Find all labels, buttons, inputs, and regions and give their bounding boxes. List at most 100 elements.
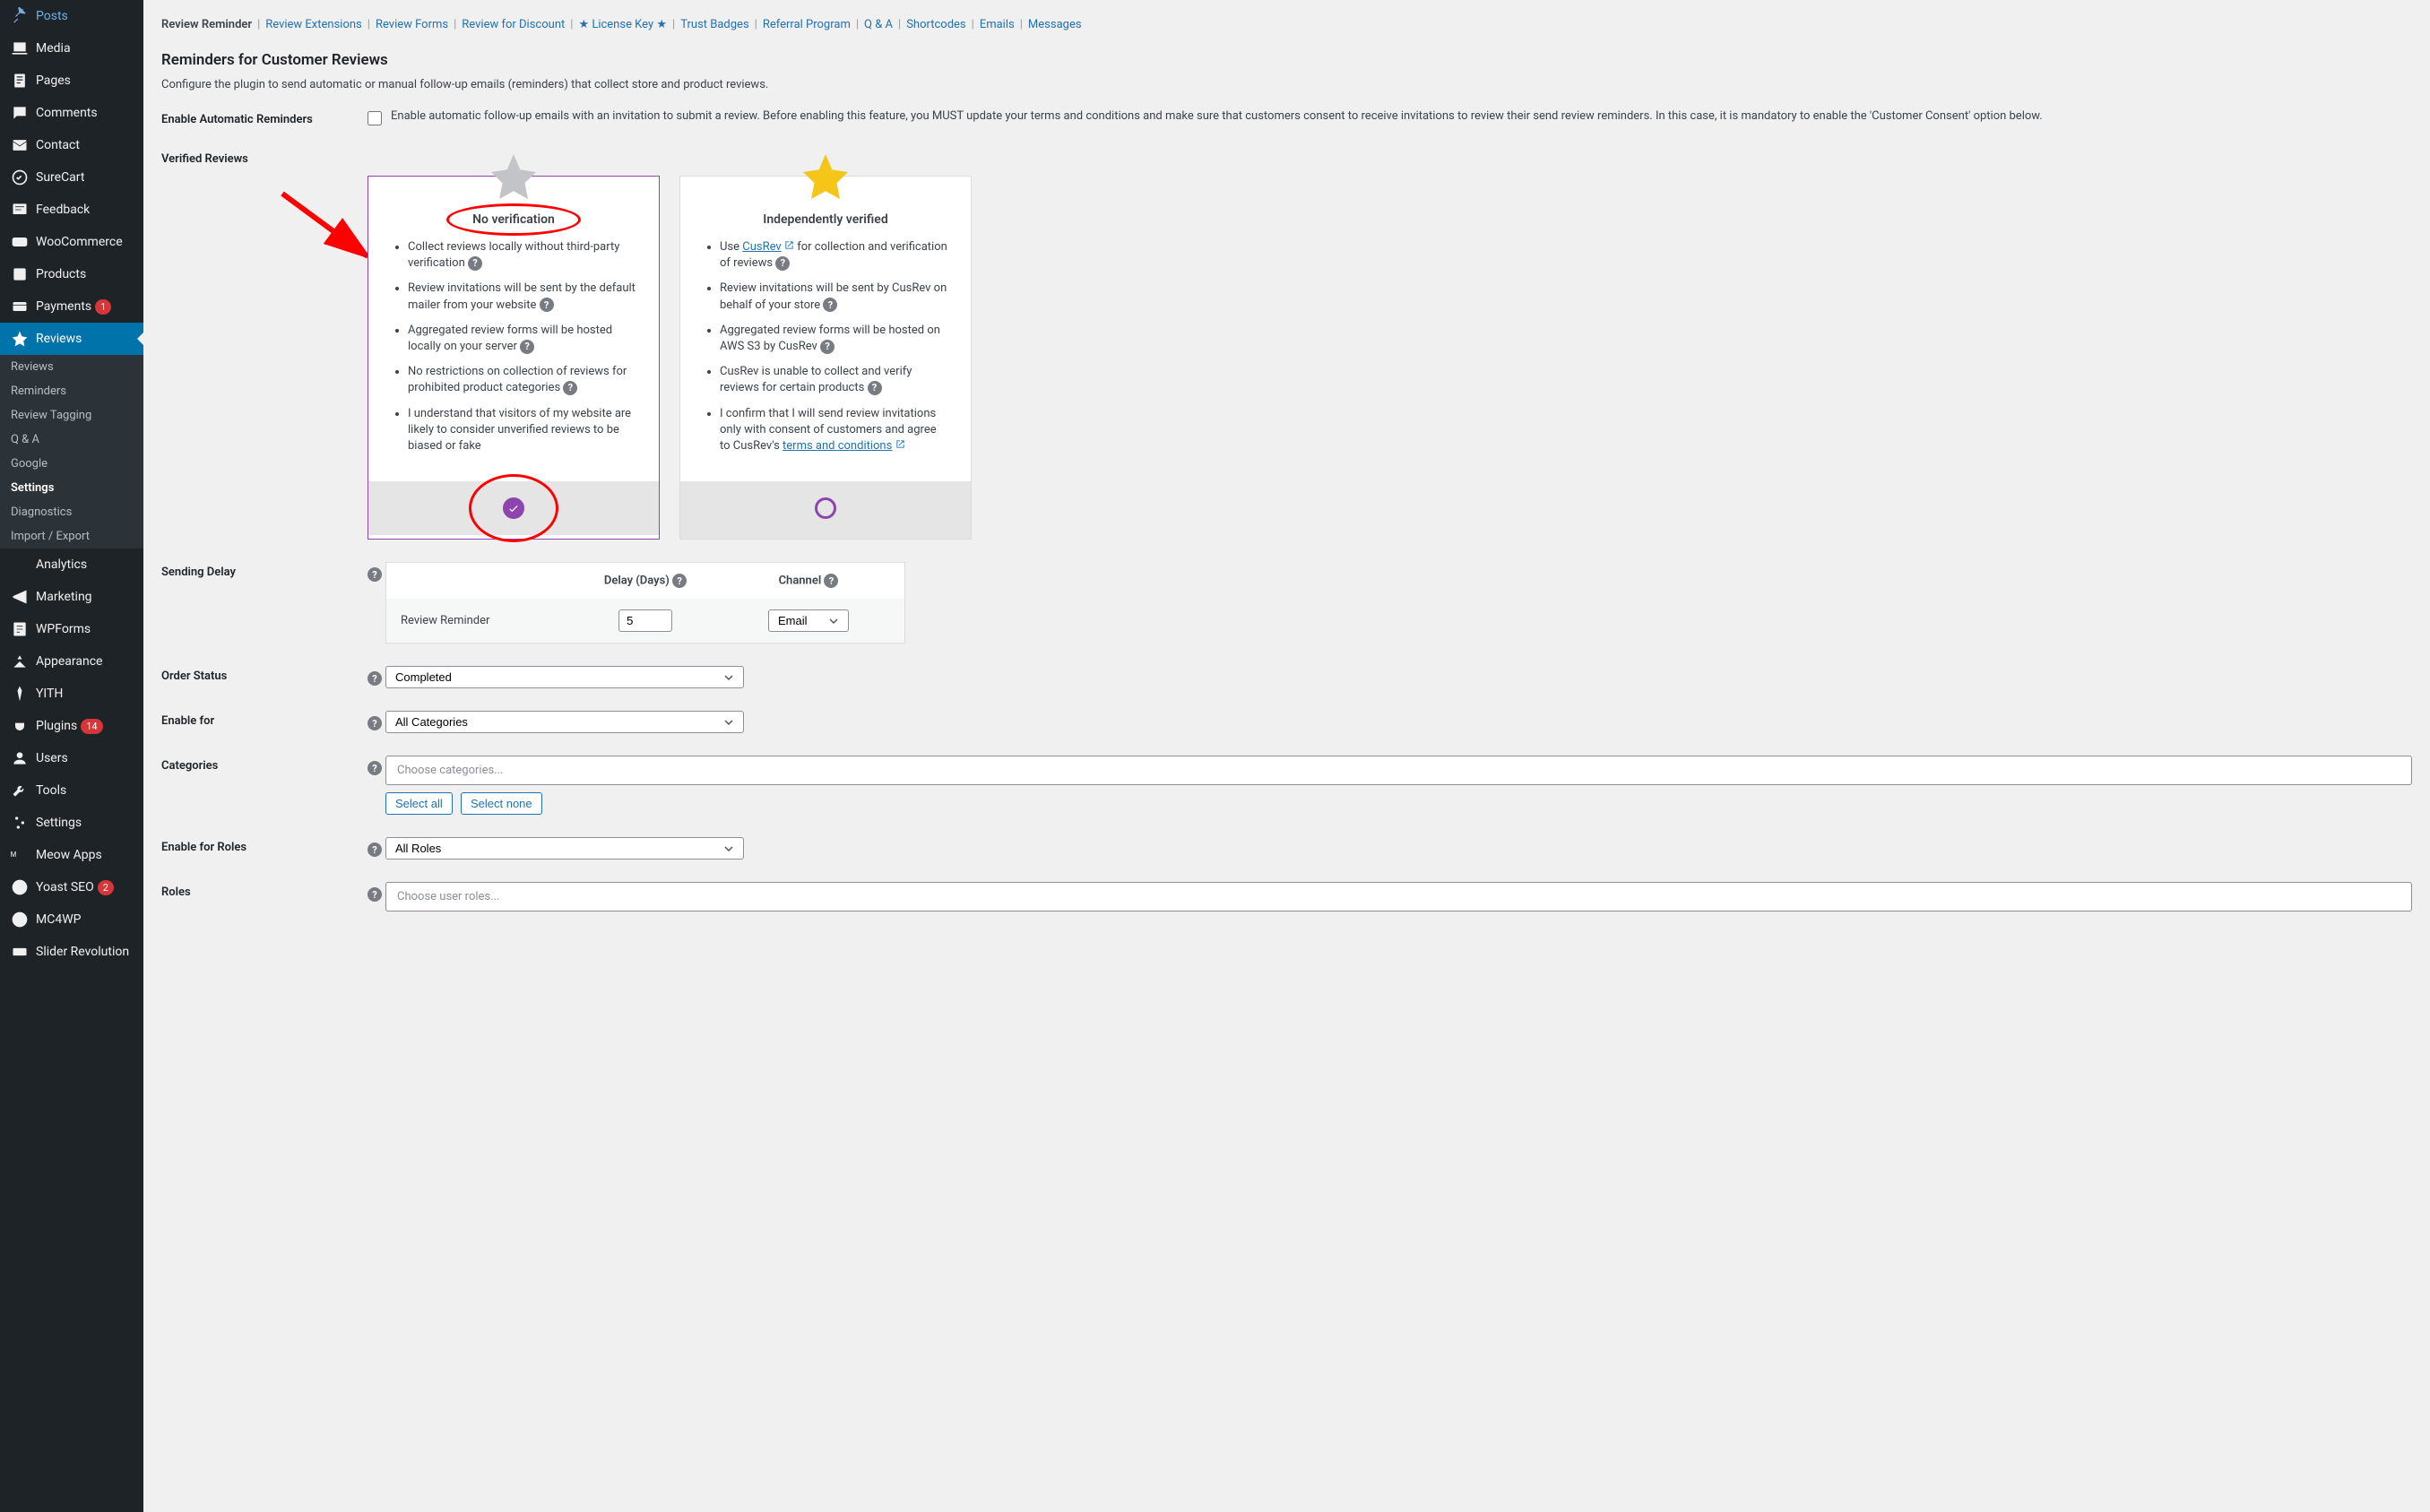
help-icon[interactable]: ? — [520, 340, 534, 354]
page-description: Configure the plugin to send automatic o… — [161, 78, 2412, 91]
yoast-icon — [11, 878, 29, 896]
sidebar-item-users[interactable]: Users — [0, 742, 143, 774]
media-icon — [11, 39, 29, 57]
help-icon[interactable]: ? — [868, 381, 882, 395]
help-icon[interactable]: ? — [540, 298, 554, 312]
sidebar-subitem-review-tagging[interactable]: Review Tagging — [0, 403, 143, 428]
sidebar-item-feedback[interactable]: Feedback — [0, 194, 143, 226]
review-reminder-row-label: Review Reminder — [401, 614, 564, 627]
sidebar-item-yith[interactable]: YITH — [0, 678, 143, 710]
select-all-button[interactable]: Select all — [385, 792, 453, 815]
roles-input[interactable]: Choose user roles... — [385, 882, 2412, 912]
sidebar-subitem-diagnostics[interactable]: Diagnostics — [0, 500, 143, 524]
help-icon[interactable]: ? — [823, 298, 837, 312]
sidebar-item-label: Slider Revolution — [36, 945, 129, 959]
sidebar-item-analytics[interactable]: Analytics — [0, 549, 143, 581]
sidebar-item-tools[interactable]: Tools — [0, 774, 143, 807]
cusrev-link[interactable]: CusRev — [742, 240, 781, 254]
tab-trust-badges[interactable]: Trust Badges — [680, 18, 748, 31]
help-icon[interactable]: ? — [824, 574, 838, 588]
tab-referral-program[interactable]: Referral Program — [763, 18, 851, 31]
help-icon[interactable]: ? — [368, 842, 382, 857]
sidebar-item-marketing[interactable]: Marketing — [0, 581, 143, 613]
sidebar-item-wpforms[interactable]: WPForms — [0, 613, 143, 645]
enable-for-roles-select[interactable]: All Roles — [385, 837, 744, 860]
sidebar-item-label: WooCommerce — [36, 235, 123, 249]
sidebar-item-label: Comments — [36, 106, 98, 120]
help-icon[interactable]: ? — [468, 256, 482, 271]
channel-select[interactable]: Email — [768, 609, 849, 632]
enable-for-label: Enable for — [161, 711, 368, 728]
help-icon[interactable]: ? — [368, 671, 382, 686]
help-icon[interactable]: ? — [672, 574, 687, 588]
sidebar-item-surecart[interactable]: SureCart — [0, 161, 143, 194]
tab-q-a[interactable]: Q & A — [864, 18, 893, 31]
independently-verified-radio[interactable] — [815, 497, 836, 519]
help-icon[interactable]: ? — [563, 381, 577, 395]
tools-icon — [11, 782, 29, 799]
sidebar-subitem-reviews[interactable]: Reviews — [0, 355, 143, 379]
tab-separator: | — [257, 18, 260, 31]
sidebar-item-slider-revolution[interactable]: Slider Revolution — [0, 936, 143, 968]
sidebar-item-media[interactable]: Media — [0, 32, 143, 65]
page-title: Reminders for Customer Reviews — [161, 51, 2412, 69]
sidebar-item-comments[interactable]: Comments — [0, 97, 143, 129]
sidebar-item-meow-apps[interactable]: ᴹ Meow Apps — [0, 839, 143, 871]
tab-messages[interactable]: Messages — [1028, 18, 1082, 31]
tab-review-extensions[interactable]: Review Extensions — [265, 18, 362, 31]
sidebar-item-reviews[interactable]: Reviews — [0, 323, 143, 355]
sidebar-item-products[interactable]: Products — [0, 258, 143, 290]
sidebar-item-label: Analytics — [36, 557, 87, 572]
select-none-button[interactable]: Select none — [461, 792, 542, 815]
sidebar-item-label: Feedback — [36, 203, 90, 217]
enable-auto-reminders-desc: Enable automatic follow-up emails with a… — [391, 109, 2043, 123]
sidebar-item-label: Tools — [36, 783, 66, 798]
categories-input[interactable]: Choose categories... — [385, 756, 2412, 785]
tab-review-forms[interactable]: Review Forms — [376, 18, 448, 31]
sidebar-item-yoast-seo[interactable]: Yoast SEO2 — [0, 871, 143, 903]
sidebar-item-label: YITH — [36, 687, 63, 701]
help-icon[interactable]: ? — [820, 340, 835, 354]
enable-for-select[interactable]: All Categories — [385, 711, 744, 733]
sidebar-subitem-settings[interactable]: Settings — [0, 476, 143, 500]
sidebar-subitem-import-export[interactable]: Import / Export — [0, 524, 143, 549]
help-icon[interactable]: ? — [368, 567, 382, 582]
tab-review-for-discount[interactable]: Review for Discount — [462, 18, 565, 31]
help-icon[interactable]: ? — [368, 716, 382, 730]
sidebar-subitem-q-a[interactable]: Q & A — [0, 428, 143, 452]
sidebar-item-pages[interactable]: Pages — [0, 65, 143, 97]
order-status-select[interactable]: Completed — [385, 666, 744, 688]
no-verification-card[interactable]: No verification Collect reviews locally … — [368, 176, 660, 540]
sidebar-subitem-google[interactable]: Google — [0, 452, 143, 476]
cart-icon — [11, 168, 29, 186]
sidebar-item-plugins[interactable]: Plugins14 — [0, 710, 143, 742]
help-icon[interactable]: ? — [775, 256, 790, 271]
help-icon[interactable]: ? — [368, 761, 382, 775]
sidebar-item-settings[interactable]: Settings — [0, 807, 143, 839]
sidebar-item-label: Meow Apps — [36, 848, 102, 862]
delay-days-input[interactable] — [618, 609, 672, 632]
sidebar-item-mc4wp[interactable]: MC4WP — [0, 903, 143, 936]
sidebar-item-contact[interactable]: Contact — [0, 129, 143, 161]
tab-review-reminder[interactable]: Review Reminder — [161, 18, 252, 31]
sidebar-subitem-reminders[interactable]: Reminders — [0, 379, 143, 403]
sidebar-item-payments[interactable]: Payments1 — [0, 290, 143, 323]
sidebar-item-posts[interactable]: Posts — [0, 0, 143, 32]
enable-auto-reminders-checkbox[interactable] — [368, 111, 382, 125]
sidebar-item-woocommerce[interactable]: WooCommerce — [0, 226, 143, 258]
pin-icon — [11, 7, 29, 25]
enable-auto-reminders-label: Enable Automatic Reminders — [161, 109, 368, 126]
tab-emails[interactable]: Emails — [980, 18, 1015, 31]
help-icon[interactable]: ? — [368, 887, 382, 902]
wpforms-icon — [11, 620, 29, 638]
categories-label: Categories — [161, 756, 368, 773]
check-icon — [507, 502, 520, 514]
tab--license-key-[interactable]: ★ License Key ★ — [578, 18, 667, 31]
independently-verified-card[interactable]: Independently verified Use CusRev for co… — [679, 176, 972, 540]
no-verification-radio[interactable] — [503, 497, 524, 519]
terms-link[interactable]: terms and conditions — [783, 439, 892, 453]
sidebar-badge: 14 — [81, 719, 102, 734]
sidebar-item-appearance[interactable]: Appearance — [0, 645, 143, 678]
tab-shortcodes[interactable]: Shortcodes — [906, 18, 965, 31]
meow-icon: ᴹ — [11, 846, 29, 864]
